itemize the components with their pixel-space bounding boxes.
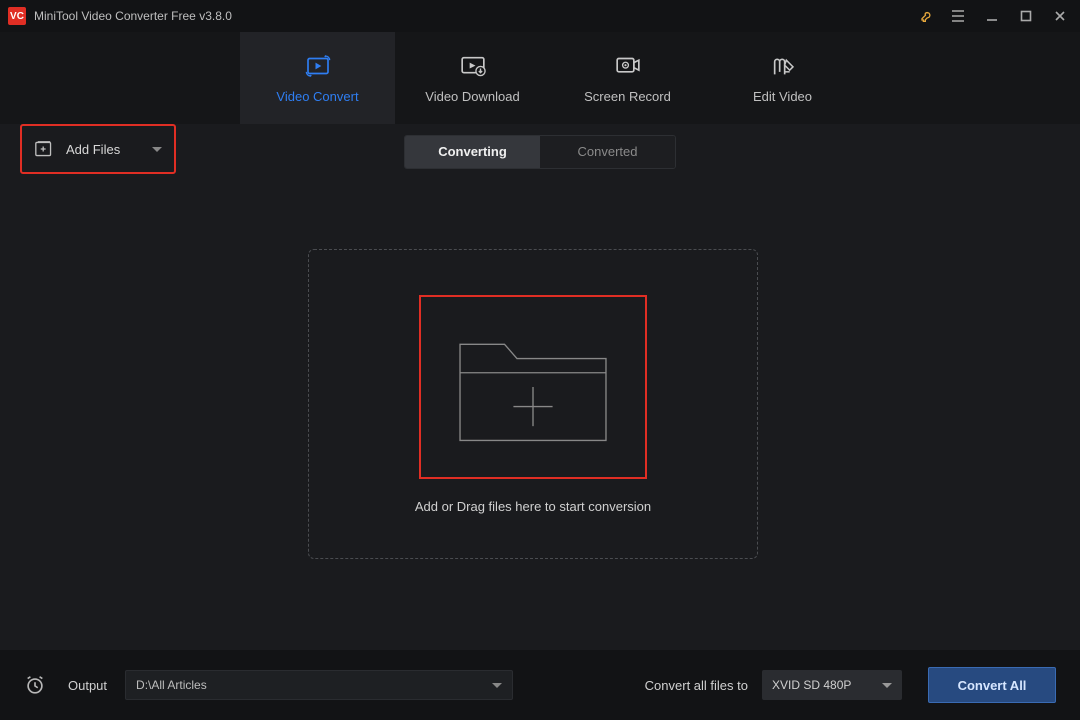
output-path-value: D:\All Articles [136,678,207,692]
convert-all-button[interactable]: Convert All [928,667,1056,703]
output-label: Output [68,678,107,693]
edit-video-icon [768,53,798,79]
close-icon[interactable] [1052,8,1068,24]
window-title: MiniTool Video Converter Free v3.8.0 [34,9,916,23]
video-download-icon [458,53,488,79]
tab-video-download[interactable]: Video Download [395,32,550,124]
add-folder-button[interactable] [419,295,647,479]
segment-converted[interactable]: Converted [540,136,675,168]
dropzone-hint: Add or Drag files here to start conversi… [415,499,651,514]
add-files-label: Add Files [66,142,140,157]
toolbar: Add Files Converting Converted [0,124,1080,179]
chevron-down-icon [882,683,892,688]
add-files-button[interactable]: Add Files [20,124,176,174]
add-file-icon [34,140,54,158]
tab-label: Edit Video [753,89,812,104]
chevron-down-icon [152,147,162,152]
minimize-icon[interactable] [984,8,1000,24]
tab-label: Video Convert [276,89,358,104]
segment-converting[interactable]: Converting [405,136,540,168]
main-nav: Video Convert Video Download Screen Reco… [0,32,1080,124]
bottom-bar: Output D:\All Articles Convert all files… [0,650,1080,720]
dropzone[interactable]: Add or Drag files here to start conversi… [308,249,758,559]
convert-all-label: Convert all files to [645,678,748,693]
folder-plus-icon [444,314,622,460]
tab-video-convert[interactable]: Video Convert [240,32,395,124]
tab-screen-record[interactable]: Screen Record [550,32,705,124]
tab-label: Video Download [425,89,519,104]
status-segmented: Converting Converted [404,135,676,169]
key-icon[interactable] [916,8,932,24]
titlebar: VC MiniTool Video Converter Free v3.8.0 [0,0,1080,32]
maximize-icon[interactable] [1018,8,1034,24]
main-area: Add or Drag files here to start conversi… [0,179,1080,634]
menu-icon[interactable] [950,8,966,24]
chevron-down-icon [492,683,502,688]
format-select[interactable]: XVID SD 480P [762,670,902,700]
output-path-select[interactable]: D:\All Articles [125,670,513,700]
screen-record-icon [613,53,643,79]
tab-edit-video[interactable]: Edit Video [705,32,860,124]
app-logo: VC [8,7,26,25]
tab-label: Screen Record [584,89,671,104]
video-convert-icon [303,53,333,79]
window-controls [916,8,1072,24]
format-value: XVID SD 480P [772,678,851,692]
alarm-icon[interactable] [24,674,46,696]
app-logo-text: VC [10,11,24,22]
